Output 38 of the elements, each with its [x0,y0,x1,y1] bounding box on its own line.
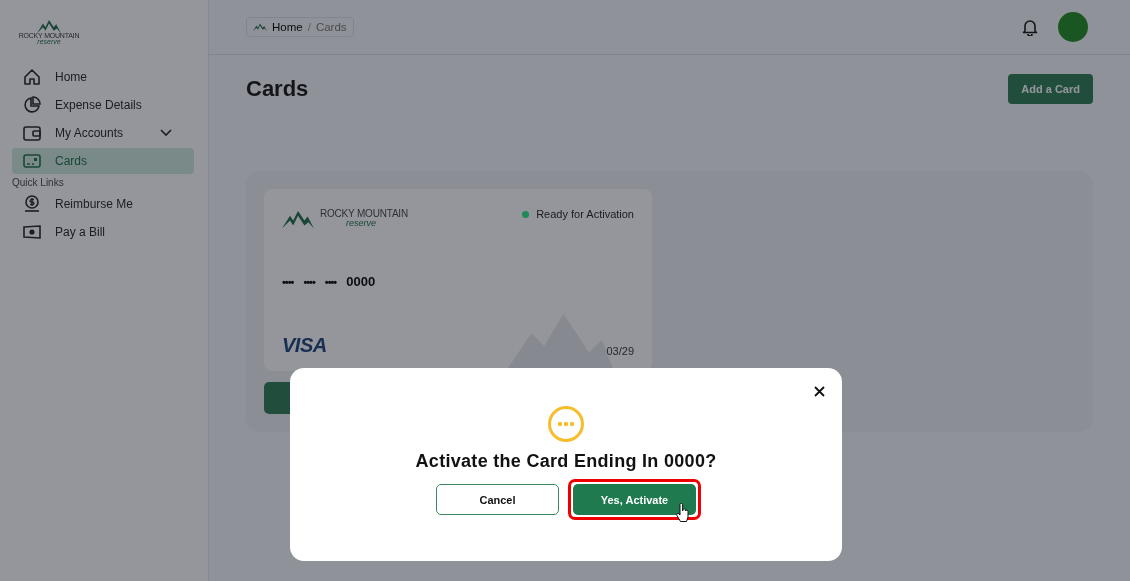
card-network: VISA [282,334,327,357]
banknote-icon [22,222,42,242]
masked-digits: •••• [324,275,337,288]
card-expiry: 03/29 [606,345,634,357]
wallet-icon [22,123,42,143]
pie-chart-icon [22,95,42,115]
bell-icon[interactable] [1022,18,1038,36]
masked-digits: •••• [303,275,315,288]
sidebar-item[interactable]: Cards [12,148,194,174]
card-brand-name: ROCKY MOUNTAIN [320,208,408,219]
sidebar-item[interactable]: Home [12,64,194,90]
page-title: Cards [246,76,309,102]
chevron-down-icon[interactable] [160,129,172,137]
sidebar-item[interactable]: Reimburse Me [12,191,194,217]
breadcrumb-link[interactable]: Home [272,21,303,33]
card-brand-tagline: reserve [346,219,377,228]
mountain-logo-icon [253,22,267,32]
sidebar-item[interactable]: Pay a Bill [12,219,194,245]
close-icon[interactable] [814,386,825,397]
avatar[interactable] [1058,12,1088,42]
add-card-button[interactable]: Add a Card [1008,74,1093,104]
card-last-digits: 0000 [346,274,376,289]
payment-card[interactable]: ROCKY MOUNTAIN reserve Ready for Activation •••• •••• •••• 0000 VISA 03/29 [264,189,652,371]
dollar-coin-icon [22,194,42,214]
card-icon [22,151,42,171]
breadcrumb-separator: / [307,21,311,33]
card-status: Ready for Activation [536,208,634,220]
mountain-logo-icon [37,18,61,34]
masked-digits: •••• [282,275,294,288]
sidebar-item[interactable]: Expense Details [12,92,194,118]
confirm-button[interactable]: Yes, Activate [573,484,696,515]
dialog-title: Activate the Card Ending In 0000? [415,451,717,472]
cancel-button[interactable]: Cancel [436,484,559,515]
home-icon [22,67,42,87]
pending-icon [547,405,585,443]
sidebar-item[interactable]: My Accounts [12,120,194,146]
section-title: Quick Links [12,177,65,188]
hand-cursor-icon [676,503,690,523]
